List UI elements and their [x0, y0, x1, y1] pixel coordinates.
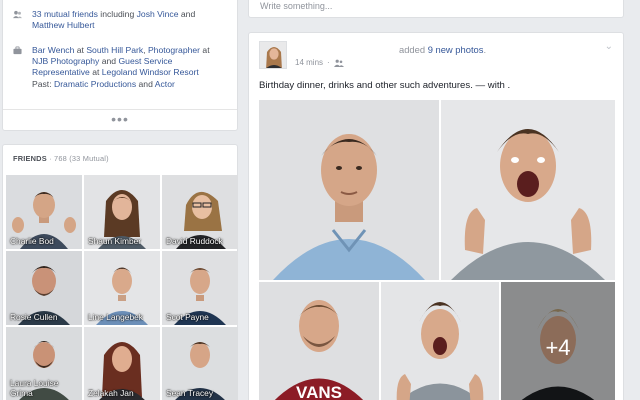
mutual-friend-link-1[interactable]: Josh Vince: [137, 9, 179, 19]
avatar[interactable]: [259, 41, 287, 69]
avatar-photo: [260, 42, 286, 68]
work-past-label: Past:: [32, 78, 54, 89]
work-at-2: at: [200, 45, 210, 55]
friend-name[interactable]: Scot Payne: [166, 312, 236, 322]
friends-card: FRIENDS · 768 (33 Mutual) Charlie Bod Sh…: [2, 144, 238, 400]
friends-count: · 768 (33 Mutual): [46, 154, 109, 163]
post-text: Birthday dinner, drinks and other such a…: [259, 80, 511, 91]
new-photos-link[interactable]: 9 new photos: [428, 44, 484, 55]
post-action-suffix: .: [483, 44, 487, 55]
svg-text:VANS: VANS: [296, 383, 342, 400]
post-options-chevron-icon[interactable]: ⌄: [605, 41, 613, 52]
meta-dot: ·: [327, 58, 330, 67]
work-and: and: [99, 56, 119, 67]
intro-card: 33 mutual friends including Josh Vince a…: [2, 0, 238, 131]
briefcase-icon: [13, 46, 22, 55]
work-row: Bar Wench at South Hill Park, Photograph…: [13, 45, 229, 90]
work-at-3: at: [89, 67, 102, 78]
friend-tile[interactable]: Sean Tracey: [162, 327, 238, 400]
friend-tile[interactable]: Shaun Kimber: [84, 175, 160, 249]
mutual-count-link[interactable]: 33 mutual friends: [32, 9, 98, 19]
more-photos-overlay[interactable]: +4: [501, 282, 615, 400]
post-photo[interactable]: VANS: [259, 282, 379, 400]
work-place-3[interactable]: Legoland Windsor Resort: [102, 67, 199, 77]
work-role-1[interactable]: Bar Wench: [32, 45, 74, 55]
friends-heading-link[interactable]: FRIENDS: [13, 154, 47, 163]
friend-name[interactable]: Shaun Kimber: [88, 236, 158, 246]
intro-divider: [3, 109, 237, 110]
post-card: added 9 new photos. 14 mins · ⌄ Birthday …: [248, 32, 624, 400]
post-timestamp[interactable]: 14 mins: [295, 58, 323, 67]
composer-input[interactable]: Write something...: [260, 1, 332, 11]
friend-tile[interactable]: Laura Louise Grima: [6, 327, 82, 400]
post-action: added 9 new photos.: [399, 44, 486, 55]
friend-tile[interactable]: Rosie Cullen: [6, 251, 82, 325]
friend-name[interactable]: Charlie Bod: [10, 236, 80, 246]
photo-image: VANS: [259, 282, 379, 400]
post-photo[interactable]: [441, 100, 615, 280]
mutual-and: and: [178, 9, 196, 19]
work-role-2[interactable]: Photographer: [148, 45, 200, 55]
friend-tile[interactable]: Zelakah Jan: [84, 327, 160, 400]
photo-image: [381, 282, 499, 400]
mutual-friend-link-2[interactable]: Matthew Hulbert: [32, 20, 95, 30]
mutual-friends-row: 33 mutual friends including Josh Vince a…: [13, 9, 229, 31]
post-photo[interactable]: [259, 100, 439, 280]
friend-tile[interactable]: Charlie Bod: [6, 175, 82, 249]
friend-tile[interactable]: David Ruddock: [162, 175, 238, 249]
friends-icon: [13, 10, 22, 19]
work-place-2[interactable]: NJB Photography: [32, 56, 99, 66]
work-at-1: at: [74, 45, 87, 55]
post-meta: 14 mins ·: [295, 58, 344, 67]
friend-name[interactable]: Rosie Cullen: [10, 312, 80, 322]
mutual-friends-text: 33 mutual friends including Josh Vince a…: [32, 9, 195, 31]
work-past-2[interactable]: Actor: [155, 79, 175, 89]
friend-name[interactable]: Laura Louise Grima: [10, 378, 80, 398]
friends-grid: Charlie Bod Shaun Kimber David Ruddock R…: [6, 175, 238, 400]
work-place-1[interactable]: South Hill Park: [86, 45, 143, 55]
friends-heading: FRIENDS · 768 (33 Mutual): [13, 154, 109, 163]
work-past-and: and: [136, 78, 155, 89]
post-photo[interactable]: [381, 282, 499, 400]
post-action-prefix: added: [399, 44, 428, 55]
see-more-button[interactable]: •••: [3, 112, 237, 126]
post-photo-more[interactable]: +4: [501, 282, 615, 400]
friend-tile[interactable]: Line Langebek: [84, 251, 160, 325]
friend-name[interactable]: Sean Tracey: [166, 388, 236, 398]
friend-tile[interactable]: Scot Payne: [162, 251, 238, 325]
mutual-joiner: including: [97, 9, 137, 19]
friends-privacy-icon[interactable]: [333, 59, 344, 67]
friend-name[interactable]: Line Langebek: [88, 312, 158, 322]
work-past-1[interactable]: Dramatic Productions: [54, 79, 136, 89]
photo-image: [259, 100, 439, 280]
composer-card: Write something...: [248, 0, 624, 18]
friend-name[interactable]: David Ruddock: [166, 236, 236, 246]
work-text: Bar Wench at South Hill Park, Photograph…: [32, 45, 229, 90]
photo-image: [441, 100, 615, 280]
friend-name[interactable]: Zelakah Jan: [88, 388, 158, 398]
